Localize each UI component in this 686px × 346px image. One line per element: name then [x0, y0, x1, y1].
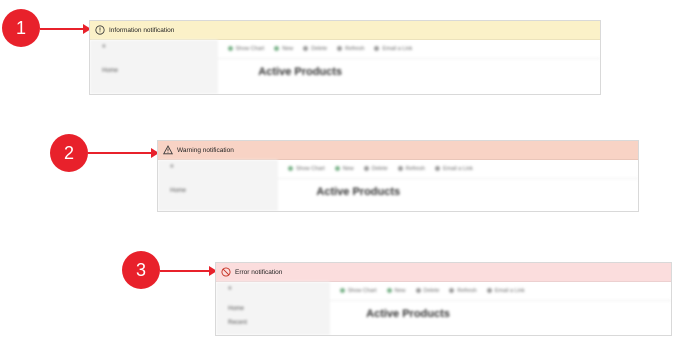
warning-notification-text: Warning notification [177, 146, 234, 154]
command-bar: Show Chart New Delete Refresh Email a Li… [278, 160, 638, 179]
show-chart-button[interactable]: Show Chart [227, 46, 264, 52]
refresh-button[interactable]: Refresh [397, 166, 425, 172]
delete-button[interactable]: Delete [303, 46, 327, 52]
warning-notification-bar: Warning notification [158, 141, 638, 160]
refresh-button[interactable]: Refresh [449, 288, 477, 294]
hamburger-icon[interactable]: ≡ [228, 286, 232, 292]
sidebar-item-home[interactable]: Home [170, 188, 186, 194]
callout-2-arrow [88, 148, 159, 158]
information-panel: Information notification ≡ Home Show Cha… [89, 20, 601, 95]
page-title: Active Products [366, 308, 450, 320]
new-button[interactable]: New [334, 166, 354, 172]
callout-1: 1 [2, 9, 40, 47]
sidebar-item-home[interactable]: Home [228, 306, 244, 312]
callout-3: 3 [122, 251, 160, 289]
delete-button[interactable]: Delete [415, 288, 439, 294]
information-notification-bar: Information notification [90, 21, 600, 40]
error-notification-text: Error notification [235, 268, 283, 276]
callout-1-arrow [40, 24, 91, 34]
warning-panel: Warning notification ≡ Home Show Chart N… [157, 140, 639, 212]
show-chart-button[interactable]: Show Chart [339, 288, 377, 294]
email-link-button[interactable]: Email a Link [434, 166, 473, 172]
warning-triangle-icon [163, 145, 173, 155]
callout-2: 2 [50, 134, 88, 172]
hamburger-icon[interactable]: ≡ [170, 164, 174, 170]
app-body: ≡ Home Recent Show Chart New Delete Refr… [216, 282, 671, 335]
sidebar: ≡ Home [90, 40, 218, 94]
sidebar-item-recent[interactable]: Recent [228, 320, 247, 326]
app-body: ≡ Home Show Chart New Delete Refresh Ema… [90, 40, 600, 94]
new-button[interactable]: New [274, 46, 293, 52]
command-bar: Show Chart New Delete Refresh Email a Li… [329, 282, 671, 301]
page-title: Active Products [258, 66, 343, 78]
info-circle-icon [95, 25, 105, 35]
show-chart-button[interactable]: Show Chart [288, 166, 325, 172]
blocked-circle-icon [221, 267, 231, 277]
new-button[interactable]: New [386, 288, 406, 294]
page-title: Active Products [316, 186, 401, 198]
refresh-button[interactable]: Refresh [337, 46, 364, 52]
error-panel: Error notification ≡ Home Recent Show Ch… [215, 262, 672, 336]
sidebar-item-home[interactable]: Home [102, 68, 118, 74]
hamburger-icon[interactable]: ≡ [102, 44, 106, 50]
app-body: ≡ Home Show Chart New Delete Refresh Ema… [158, 160, 638, 211]
information-notification-text: Information notification [109, 26, 175, 34]
email-link-button[interactable]: Email a Link [374, 46, 412, 52]
sidebar: ≡ Home [158, 160, 278, 211]
email-link-button[interactable]: Email a Link [486, 288, 525, 294]
sidebar: ≡ Home Recent [216, 282, 330, 335]
error-notification-bar: Error notification [216, 263, 671, 282]
command-bar: Show Chart New Delete Refresh Email a Li… [217, 40, 600, 59]
callout-3-arrow [160, 266, 217, 276]
delete-button[interactable]: Delete [363, 166, 388, 172]
